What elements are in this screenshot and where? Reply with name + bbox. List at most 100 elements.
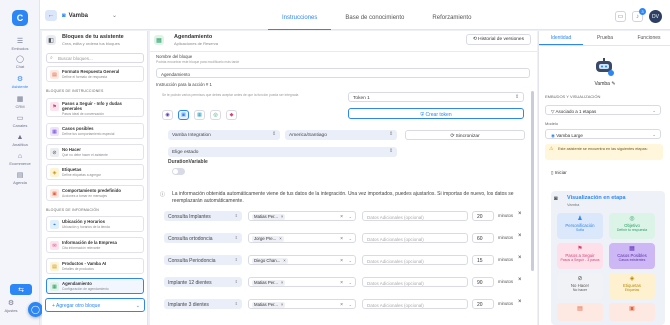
delete-row-icon[interactable]: × xyxy=(518,255,522,261)
clear-icon[interactable]: × xyxy=(340,280,343,286)
sync-button[interactable]: ⟳ Sincronizar xyxy=(405,130,525,140)
extra-data-input[interactable]: Datos Adicionales (opcional) xyxy=(362,255,468,265)
block-card-selected[interactable]: ▦ Agendamiento Configuración de agendamien… xyxy=(46,278,144,294)
integration-option[interactable]: ◎ xyxy=(210,110,221,120)
nav-ajustes[interactable]: ⚙ Ajustes xyxy=(2,300,20,313)
tab-funciones[interactable]: Funciones xyxy=(627,31,670,45)
block-card[interactable]: ▣ Comportamiento predefinido Acciones a to… xyxy=(46,185,144,201)
block-name-field[interactable]: Agendamiento xyxy=(156,68,530,78)
tile-more[interactable]: ▣ xyxy=(609,303,655,321)
clear-icon[interactable]: × xyxy=(340,236,343,242)
event-name-select[interactable]: Implante 3 dientes ⇕ xyxy=(164,299,242,309)
block-card[interactable]: ▤ Formato Respuesta General Define el form… xyxy=(46,66,144,82)
extra-data-input[interactable]: Datos Adicionales (opcional) xyxy=(362,211,468,221)
clear-icon[interactable]: × xyxy=(340,214,343,220)
minutes-input[interactable]: 60 xyxy=(472,233,494,243)
nav-analitica[interactable]: ▲ Analítica xyxy=(2,134,38,147)
minutes-input[interactable]: 90 xyxy=(472,277,494,287)
tab-reforzamiento[interactable]: Reforzamiento xyxy=(418,0,485,30)
timezone-select[interactable]: America/Santiago ⇕ xyxy=(285,130,397,140)
duration-label: DurationVariable xyxy=(168,159,208,165)
integration-select[interactable]: Vamba Integration ⇕ xyxy=(168,130,280,140)
tile-no-hacer[interactable]: ⊘ No Hacer No hacer xyxy=(557,273,603,299)
block-card[interactable]: ⌖ Ubicación y Horarios Ubicación y horario… xyxy=(46,216,144,232)
clear-icon[interactable]: × xyxy=(340,302,343,308)
agent-selector[interactable]: ◙ Vamba ⌄ xyxy=(62,12,117,19)
block-card[interactable]: ⚑ Pasos a Seguir - Info y dudas generales… xyxy=(46,98,144,117)
delete-row-icon[interactable]: × xyxy=(518,299,522,305)
block-card[interactable]: ✉ Información de la Empresa Cita informaci… xyxy=(46,237,144,253)
version-history-button[interactable]: ⟲ Historial de versiones xyxy=(465,34,531,45)
inbox-icon[interactable]: ▭ xyxy=(615,11,626,22)
nav-agenda[interactable]: ▤ Agenda xyxy=(2,172,38,185)
model-select[interactable]: ◉ Vamba Large ⌄ xyxy=(545,129,661,139)
duration-toggle[interactable] xyxy=(172,168,185,175)
tab-prueba[interactable]: Prueba xyxy=(583,31,627,45)
tile-casos[interactable]: ▦ Casos Posibles Casos existentes xyxy=(609,243,655,269)
avatar[interactable]: DV xyxy=(649,10,662,23)
event-name-select[interactable]: Consulta ortodoncia ⇕ xyxy=(164,233,242,243)
integration-option[interactable]: ▦ xyxy=(194,110,205,120)
delete-row-icon[interactable]: × xyxy=(518,233,522,239)
funnel-select[interactable]: ▽ Asociado a 1 etapas ⌄ xyxy=(545,105,661,115)
extra-data-input[interactable]: Datos Adicionales (opcional) xyxy=(362,277,468,287)
tile-more[interactable]: ▤ xyxy=(557,303,603,321)
assignee-select[interactable]: Matias Per... × × ⌄ xyxy=(248,211,356,221)
remove-chip-icon[interactable]: × xyxy=(281,280,284,285)
remove-chip-icon[interactable]: × xyxy=(283,258,286,263)
assignee-select[interactable]: Matias Per... × × ⌄ xyxy=(248,277,356,287)
block-card[interactable]: ⊘ No Hacer Qué no debe hacer el asistente xyxy=(46,144,144,160)
extra-data-input[interactable]: Datos Adicionales (opcional) xyxy=(362,299,468,309)
token-select[interactable]: Token 1 ⇕ xyxy=(348,92,524,102)
minutes-input[interactable]: 20 xyxy=(472,299,494,309)
assignee-select[interactable]: Jorge Pre... × × ⌄ xyxy=(248,233,356,243)
search-input[interactable]: ⌕ Buscar bloques... xyxy=(46,53,144,63)
remove-chip-icon[interactable]: × xyxy=(279,236,282,241)
back-button[interactable]: ← xyxy=(45,10,57,21)
nav-asistente[interactable]: ⚙ Asistente xyxy=(2,74,38,92)
stage-start[interactable]: ▯ Iniciar xyxy=(551,170,567,176)
nav-ecommerce[interactable]: ⌂ Ecommerce xyxy=(2,153,38,166)
nav-embudos[interactable]: ☰ Embudos xyxy=(2,38,38,51)
nav-crm[interactable]: ▦ CRM xyxy=(2,96,38,109)
nav-chat[interactable]: ◯ Chat xyxy=(2,56,38,69)
tile-pasos[interactable]: ⚑ Pasos a Seguir Pasos a Seguir - 3 pasos xyxy=(557,243,603,269)
assignee-select[interactable]: Diego Chan... × × ⌄ xyxy=(248,255,356,265)
collapse-rail-button[interactable]: ⇆ xyxy=(10,284,32,295)
minutes-input[interactable]: 20 xyxy=(472,211,494,221)
delete-row-icon[interactable]: × xyxy=(518,277,522,283)
bell-icon[interactable]: ♪ 3 xyxy=(632,8,646,22)
integration-option[interactable]: ◆ xyxy=(226,110,237,120)
remove-chip-icon[interactable]: × xyxy=(281,302,284,307)
event-name-select[interactable]: Implante 12 dientes ⇕ xyxy=(164,277,242,287)
tile-objetivo[interactable]: ◎ Objetivo Definir tu respuesta xyxy=(609,213,655,239)
integration-option[interactable]: ◉ xyxy=(162,110,173,120)
delete-row-icon[interactable]: × xyxy=(518,211,522,217)
block-card[interactable]: ◈ Etiquetas Define etiquetas a agregar xyxy=(46,164,144,180)
tab-base-conocimiento[interactable]: Base de conocimiento xyxy=(331,0,418,30)
minutes-input[interactable]: 15 xyxy=(472,255,494,265)
extra-data-input[interactable]: Datos Adicionales (opcional) xyxy=(362,233,468,243)
editor-scrollbar[interactable] xyxy=(531,91,534,271)
tab-identidad[interactable]: Identidad xyxy=(539,31,583,45)
assignee-select[interactable]: Matias Per... × × ⌄ xyxy=(248,299,356,309)
event-select[interactable]: Elige estado ⇕ xyxy=(168,147,397,157)
edit-icon[interactable]: ✎ xyxy=(611,81,615,87)
notification-badge: 3 xyxy=(639,8,646,15)
tile-personificacion[interactable]: ♟ Personificación Sofia xyxy=(557,213,603,239)
event-name-select[interactable]: Consulta Implantes ⇕ xyxy=(164,211,242,221)
block-subtitle: Define tus comportamiento especial xyxy=(62,132,115,136)
remove-chip-icon[interactable]: × xyxy=(281,214,284,219)
add-block-button[interactable]: + Agregar otro bloque ⌄ xyxy=(45,298,145,312)
integration-option-selected[interactable]: ▣ xyxy=(178,110,189,120)
tile-etiquetas[interactable]: ◈ Etiquetas Etiquetas xyxy=(609,273,655,299)
support-chat-button[interactable]: ◯ xyxy=(28,302,43,317)
event-name-select[interactable]: Consulta Periodoncia ⇕ xyxy=(164,255,242,265)
nav-canales[interactable]: ▭ Canales xyxy=(2,115,38,128)
block-card[interactable]: ▦ Casos posibles Define tus comportamiento… xyxy=(46,123,144,139)
tab-instrucciones[interactable]: Instrucciones xyxy=(268,0,332,30)
create-token-button[interactable]: ⛨ Crear token xyxy=(348,108,524,119)
block-card[interactable]: ▤ Productos - Vamba AI Detalles de product… xyxy=(46,258,144,274)
timezone-value: America/Santiago xyxy=(289,132,327,138)
clear-icon[interactable]: × xyxy=(340,258,343,264)
